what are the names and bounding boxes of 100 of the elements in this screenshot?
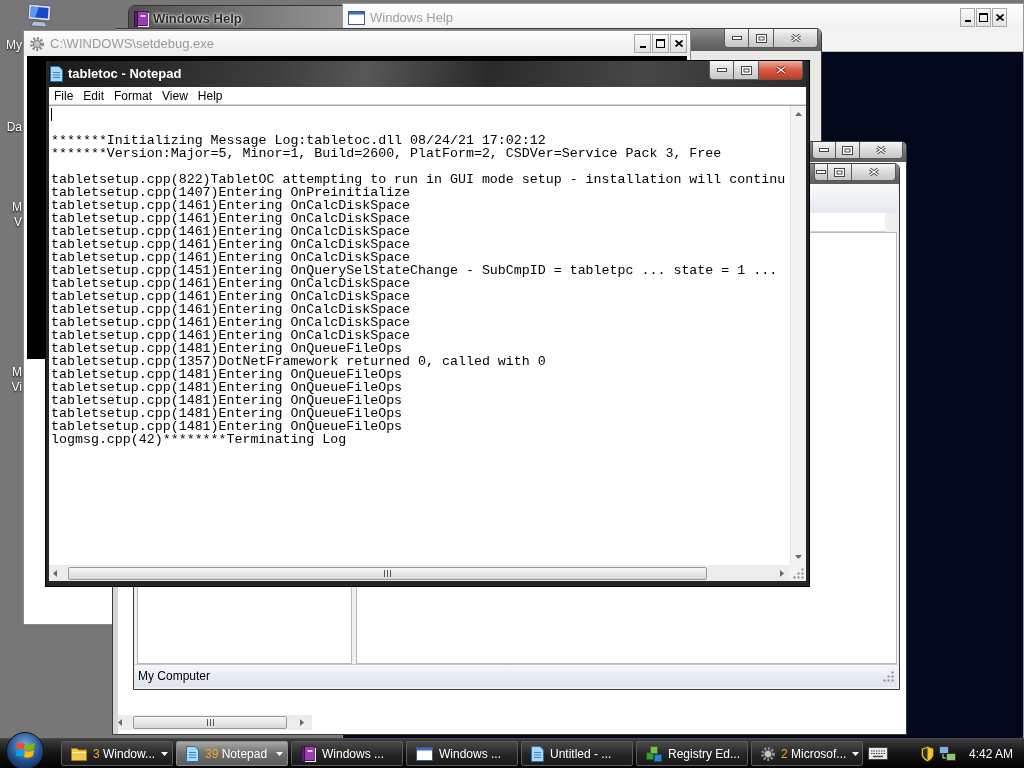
network-icon[interactable] <box>938 745 956 762</box>
close-icon <box>875 145 887 155</box>
minimize-icon <box>731 36 742 40</box>
maximize-button[interactable] <box>734 61 759 80</box>
close-icon <box>867 167 880 177</box>
window-icon <box>348 10 365 25</box>
dropdown-arrow-icon[interactable] <box>161 751 169 756</box>
text-line: tabletsetup.cpp(1461)Entering OnCalcDiskSpace <box>51 316 411 329</box>
horizontal-scrollbar[interactable] <box>49 565 790 581</box>
down-arrow-icon[interactable] <box>795 555 802 559</box>
notepad-icon <box>186 745 199 762</box>
minimize-button[interactable] <box>812 142 836 159</box>
maximize-button[interactable] <box>836 142 860 159</box>
maximize-button[interactable] <box>652 34 669 53</box>
text-line: tabletsetup.cpp(1461)Entering OnCalcDiskSpace <box>51 199 411 212</box>
text-line: tabletsetup.cpp(1461)Entering OnCalcDiskSpace <box>51 329 411 342</box>
minimize-button[interactable] <box>814 164 828 181</box>
right-arrow-icon[interactable] <box>300 719 304 726</box>
scrollbar-thumb[interactable] <box>68 566 707 580</box>
gear-icon <box>30 36 44 51</box>
text-line: tabletsetup.cpp(1461)Entering OnCalcDiskSpace <box>51 212 411 225</box>
taskbar-button[interactable]: Registry Ed... <box>636 741 748 766</box>
text-line: tabletsetup.cpp(1481)Entering OnQueueFileOps <box>51 381 403 394</box>
text-line: tabletsetup.cpp(1461)Entering OnCalcDiskSpace <box>51 251 411 264</box>
minimize-icon <box>716 68 727 72</box>
notepad-icon <box>50 66 63 82</box>
resize-grip-icon <box>793 568 804 579</box>
close-icon <box>995 14 1004 21</box>
computer-icon[interactable] <box>25 3 53 28</box>
window-title: Windows Help <box>370 10 454 25</box>
minimize-icon <box>819 148 829 152</box>
close-button[interactable] <box>774 29 818 48</box>
menu-item[interactable]: View <box>157 87 193 104</box>
minimize-button[interactable] <box>634 34 651 53</box>
squares-icon <box>646 745 662 762</box>
text-line: tabletsetup.cpp(1481)Entering OnQueueFileOps <box>51 407 403 420</box>
left-arrow-icon[interactable] <box>118 719 122 726</box>
taskbar-button[interactable]: 2 Microsof... <box>751 741 863 766</box>
status-text: My Computer <box>138 669 211 683</box>
text-line: tabletsetup.cpp(1407)Entering OnPreinitialize <box>51 186 411 199</box>
gear-icon <box>761 746 775 761</box>
text-line: tabletsetup.cpp(1461)Entering OnCalcDiskSpace <box>51 238 411 251</box>
scrollbar-thumb[interactable] <box>133 716 287 729</box>
text-line: tabletsetup.cpp(1461)Entering OnCalcDiskSpace <box>51 277 411 290</box>
maximize-icon <box>740 65 752 75</box>
maximize-button[interactable] <box>976 8 991 27</box>
maximize-icon <box>656 39 665 48</box>
text-line: tabletsetup.cpp(1451)Entering OnQuerySelStateChange - SubCmpID = tabletpc ... state = 1 ... <box>51 264 778 277</box>
text-line: tabletsetup.cpp(1481)Entering OnQueueFileOps <box>51 368 403 381</box>
taskbar-button[interactable]: Windows ... <box>291 741 403 766</box>
close-icon <box>774 65 787 75</box>
up-arrow-icon[interactable] <box>795 112 802 116</box>
maximize-button[interactable] <box>828 164 852 181</box>
maximize-icon <box>979 13 988 22</box>
book-icon <box>134 10 149 27</box>
taskbar-button[interactable]: Untitled - ... <box>521 741 633 766</box>
clock[interactable]: 4:42 AM <box>968 746 1013 761</box>
close-icon <box>674 40 683 47</box>
close-button[interactable] <box>992 8 1007 27</box>
menu-item[interactable]: File <box>49 87 79 104</box>
text-line: tabletsetup.cpp(1481)Entering OnQueueFileOps <box>51 342 403 355</box>
flag-icon <box>15 742 35 759</box>
left-arrow-icon[interactable] <box>53 569 57 577</box>
menu-item[interactable]: Edit <box>78 87 110 104</box>
text-line: tabletsetup.cpp(1481)Entering OnQueueFileOps <box>51 420 403 433</box>
minimize-icon <box>816 170 826 174</box>
text-line: *******Initializing Message Log:tabletoc.dll 08/24/21 17:02:12 <box>51 134 546 147</box>
menu-item[interactable]: Help <box>192 87 228 104</box>
right-arrow-icon[interactable] <box>780 569 784 577</box>
thumb-grip-icon <box>384 569 391 577</box>
text-line: logmsg.cpp(42)********Terminating Log <box>51 433 347 446</box>
desktop-icon-label[interactable]: M V <box>0 200 22 230</box>
keyboard-icon[interactable] <box>867 747 888 760</box>
maximize-button[interactable] <box>749 29 774 48</box>
desktop-icon-label[interactable]: M Vi <box>0 365 22 395</box>
desktop-icon-label[interactable]: Da <box>0 120 22 135</box>
menu-item[interactable]: Format <box>109 87 158 104</box>
dropdown-arrow-icon[interactable] <box>852 751 860 756</box>
taskbar-button[interactable]: 3 Window... <box>61 741 173 766</box>
close-icon <box>789 33 802 43</box>
taskbar-button[interactable]: 39 Notepad <box>176 741 288 766</box>
close-button[interactable] <box>860 142 903 159</box>
window-title: tabletoc - Notepad <box>68 66 182 81</box>
desktop-icon-label[interactable]: My <box>0 38 22 53</box>
shield-icon[interactable] <box>920 745 934 762</box>
close-button[interactable] <box>670 34 687 53</box>
window-icon <box>416 746 433 761</box>
text-line: *******Version:Major=5, Minor=1, Build=2600, PlatForm=2, CSDVer=Service Pack 3, Free <box>51 147 722 160</box>
resize-grip-icon <box>883 670 894 682</box>
maximize-icon <box>834 167 845 177</box>
close-button[interactable] <box>852 164 896 181</box>
taskbar-button[interactable]: Windows ... <box>406 741 518 766</box>
vertical-scrollbar[interactable] <box>790 106 806 565</box>
minimize-button[interactable] <box>960 8 975 27</box>
text-line: tabletsetup.cpp(1461)Entering OnCalcDiskSpace <box>51 225 411 238</box>
maximize-icon <box>755 33 767 43</box>
horizontal-scrollbar[interactable] <box>118 715 312 730</box>
minimize-button[interactable] <box>709 61 734 80</box>
minimize-button[interactable] <box>724 29 749 48</box>
text-line: tabletsetup.cpp(1357)DotNetFramework returned 0, called with 0 <box>51 355 546 368</box>
